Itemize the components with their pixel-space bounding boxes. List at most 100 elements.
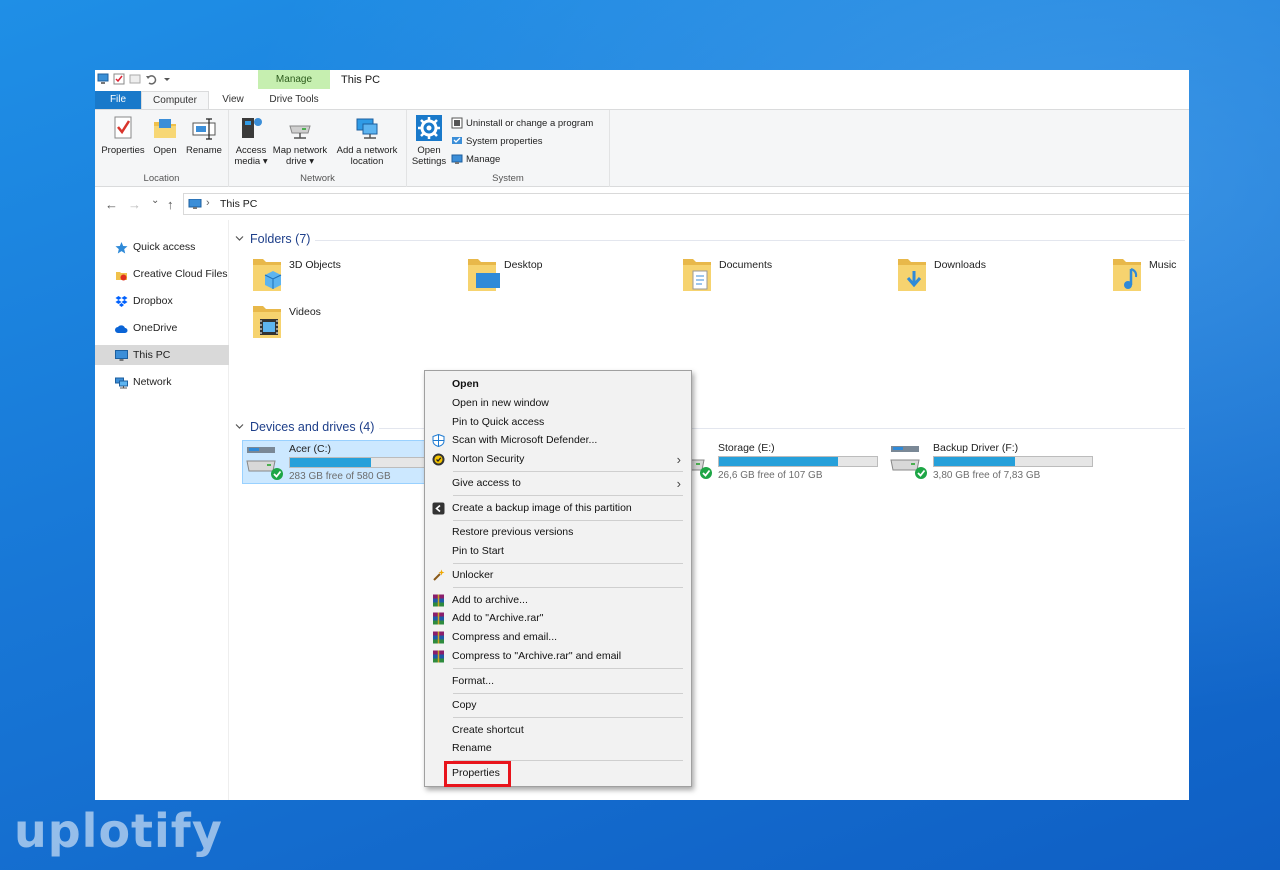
uninstall-program-button[interactable]: Uninstall or change a program: [451, 117, 593, 129]
tab-view[interactable]: View: [213, 91, 253, 109]
sidebar-item-this-pc[interactable]: This PC: [95, 345, 229, 365]
videos-folder-icon: [251, 302, 287, 342]
menu-item-add-to-archive-rar[interactable]: Add to "Archive.rar": [425, 609, 691, 628]
undo-icon[interactable]: [145, 73, 157, 85]
add-network-location-button[interactable]: Add a network location: [332, 114, 402, 167]
open-settings-button[interactable]: Open Settings: [409, 114, 449, 167]
menu-item-unlocker[interactable]: Unlocker: [425, 566, 691, 585]
address-bar[interactable]: › This PC: [183, 193, 1189, 215]
menu-item-open-new-window[interactable]: Open in new window: [425, 394, 691, 413]
map-network-drive-button[interactable]: Map network drive ▾: [269, 114, 331, 167]
access-media-label-line1: Access: [235, 145, 267, 156]
menu-item-label: Pin to Start: [452, 545, 504, 557]
tab-drive-tools[interactable]: Drive Tools: [258, 91, 330, 109]
sidebar-item-quick-access[interactable]: Quick access: [95, 237, 229, 257]
media-server-icon: [237, 114, 265, 142]
system-properties-button[interactable]: System properties: [451, 135, 543, 147]
defender-shield-icon: [432, 433, 445, 448]
menu-item-label: Create a backup image of this partition: [452, 502, 632, 514]
sidebar-item-label: Creative Cloud Files: [133, 268, 228, 280]
menu-item-label: Open: [452, 378, 479, 390]
sidebar-item-network[interactable]: Network: [95, 372, 229, 392]
menu-item-restore-previous-versions[interactable]: Restore previous versions: [425, 523, 691, 542]
folder-music[interactable]: Music: [1111, 255, 1189, 301]
menu-item-copy[interactable]: Copy: [425, 696, 691, 715]
add-network-location-icon: [353, 114, 381, 142]
folder-videos[interactable]: Videos: [251, 302, 451, 348]
drives-section-header[interactable]: Devices and drives (4): [235, 420, 374, 434]
sidebar-item-label: Dropbox: [133, 295, 173, 307]
drive-usage-bar: [933, 456, 1093, 467]
menu-item-open[interactable]: Open: [425, 375, 691, 394]
breadcrumb-this-pc[interactable]: This PC: [220, 198, 257, 210]
back-button[interactable]: ←: [105, 197, 118, 212]
folder-3d-objects[interactable]: 3D Objects: [251, 255, 451, 301]
menu-item-label: Norton Security: [452, 453, 525, 465]
menu-item-label: Pin to Quick access: [452, 416, 545, 428]
sidebar-item-onedrive[interactable]: OneDrive: [95, 318, 229, 338]
menu-separator: [453, 471, 683, 472]
drive-free-space: 3,80 GB free of 7,83 GB: [933, 470, 1041, 481]
folder-documents[interactable]: Documents: [681, 255, 881, 301]
properties-button[interactable]: Properties: [100, 114, 146, 156]
menu-item-norton-security[interactable]: Norton Security ›: [425, 450, 691, 469]
computer-icon: [188, 198, 202, 210]
rename-button[interactable]: Rename: [184, 114, 224, 156]
menu-separator: [453, 563, 683, 564]
computer-icon[interactable]: [97, 73, 109, 85]
rename-icon: [190, 114, 218, 142]
up-button[interactable]: ↑: [167, 197, 174, 212]
menu-item-pin-quick-access[interactable]: Pin to Quick access: [425, 413, 691, 432]
menu-item-add-to-archive[interactable]: Add to archive...: [425, 591, 691, 610]
properties-check-icon[interactable]: [113, 73, 125, 85]
menu-item-pin-to-start[interactable]: Pin to Start: [425, 542, 691, 561]
drive-backup-f[interactable]: Backup Driver (F:) 3,80 GB free of 7,83 …: [887, 440, 1097, 484]
menu-item-rename[interactable]: Rename: [425, 739, 691, 758]
access-media-button[interactable]: Access media ▾: [233, 114, 269, 167]
menu-item-create-backup-image[interactable]: Create a backup image of this partition: [425, 499, 691, 518]
folder-label: Music: [1149, 259, 1177, 271]
uplotify-watermark-logo: uplotify: [14, 803, 224, 863]
documents-folder-icon: [681, 255, 717, 295]
open-button[interactable]: Open: [150, 114, 180, 156]
drive-acer-c[interactable]: Acer (C:) 283 GB free of 580 GB: [242, 440, 452, 484]
drives-heading: Devices and drives (4): [250, 420, 375, 434]
menu-item-label: Restore previous versions: [452, 526, 574, 538]
new-folder-icon[interactable]: [129, 73, 141, 85]
ribbon-group-network: Access media ▾ Map network drive ▾ Add a…: [229, 110, 407, 187]
menu-item-give-access[interactable]: Give access to ›: [425, 474, 691, 493]
drive-storage-e[interactable]: Storage (E:) 26,6 GB free of 107 GB: [672, 440, 882, 484]
chevron-down-icon: [235, 234, 244, 245]
hard-drive-icon: [889, 442, 929, 480]
recent-locations-button[interactable]: ⌄: [151, 195, 159, 206]
forward-button[interactable]: →: [128, 197, 141, 212]
access-media-label-line2: media ▾: [234, 156, 268, 167]
menu-item-compress-rar-and-email[interactable]: Compress to "Archive.rar" and email: [425, 647, 691, 666]
creative-cloud-icon: [115, 268, 128, 281]
menu-item-format[interactable]: Format...: [425, 672, 691, 691]
winrar-icon: [432, 594, 445, 607]
menu-separator: [453, 587, 683, 588]
map-drive-label-line1: Map network: [272, 145, 328, 156]
folders-section-header[interactable]: Folders (7): [235, 232, 310, 246]
folder-label: Documents: [719, 259, 773, 271]
menu-item-label: Compress and email...: [452, 631, 558, 643]
menu-item-create-shortcut[interactable]: Create shortcut: [425, 721, 691, 740]
menu-item-scan-defender[interactable]: Scan with Microsoft Defender...: [425, 431, 691, 450]
gear-icon: [415, 114, 443, 142]
tab-computer[interactable]: Computer: [141, 91, 209, 109]
tab-file[interactable]: File: [95, 91, 141, 109]
folder-desktop[interactable]: Desktop: [466, 255, 666, 301]
sidebar-item-creative-cloud[interactable]: Creative Cloud Files: [95, 264, 229, 284]
chevron-down-icon[interactable]: [161, 73, 173, 85]
drive-usage-fill: [290, 458, 371, 467]
manage-contextual-tab-header[interactable]: Manage: [258, 70, 330, 89]
quick-access-toolbar: [97, 73, 173, 85]
sidebar-item-dropbox[interactable]: Dropbox: [95, 291, 229, 311]
folder-downloads[interactable]: Downloads: [896, 255, 1096, 301]
menu-separator: [453, 668, 683, 669]
watermark-text: uplotify: [14, 804, 223, 858]
manage-button[interactable]: Manage: [451, 153, 500, 165]
breadcrumb-separator[interactable]: ›: [206, 197, 210, 209]
menu-item-compress-and-email[interactable]: Compress and email...: [425, 628, 691, 647]
